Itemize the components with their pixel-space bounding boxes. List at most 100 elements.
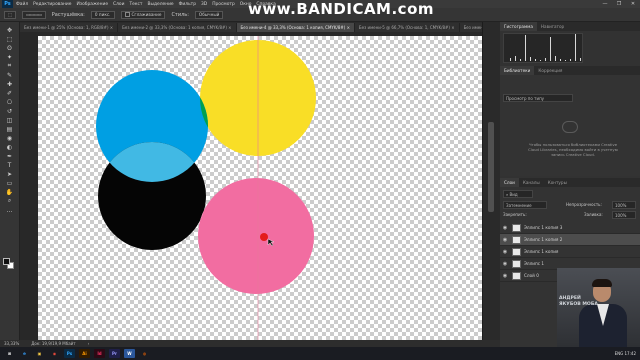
taskbar-app-8[interactable]: W xyxy=(124,349,135,358)
menu-item-6[interactable]: Фильтр xyxy=(179,2,196,7)
document-tab-0[interactable]: Без имени-1 @ 25% (Основа: 1, RGB/8#) × xyxy=(20,23,119,32)
layer-filter-select[interactable]: ⌕ Вид xyxy=(503,190,533,198)
blur-icon[interactable]: ◉ xyxy=(5,134,15,142)
histogram-bar xyxy=(580,58,581,61)
layer-row[interactable]: ◉ Эллипс 1 копия 3 xyxy=(500,222,640,234)
stamp-icon[interactable]: ⎔ xyxy=(5,98,15,106)
menu-item-4[interactable]: Текст xyxy=(129,2,142,7)
histogram-bar xyxy=(545,58,546,61)
brush-icon[interactable]: ✐ xyxy=(5,89,15,97)
crop-icon[interactable]: ⌗ xyxy=(5,62,15,70)
canvas-workspace[interactable] xyxy=(20,32,482,340)
document-canvas[interactable] xyxy=(38,36,482,340)
tab-libraries[interactable]: Библиотеки xyxy=(500,66,535,75)
hand-icon[interactable]: ✋ xyxy=(5,188,15,196)
menu-item-7[interactable]: 3D xyxy=(201,2,207,7)
visibility-eye-icon[interactable]: ◉ xyxy=(500,225,510,231)
pen-icon[interactable]: ✒ xyxy=(5,152,15,160)
document-tab-3[interactable]: Без имени-5 @ 66,7% (Основа: 1, CMYK/8#)… xyxy=(354,23,460,32)
lasso-icon[interactable]: ʘ xyxy=(5,44,15,52)
taskbar-app-1[interactable]: e xyxy=(19,349,30,358)
fill-label: Заливка: xyxy=(584,212,603,217)
libraries-panel: Библиотеки Коррекция Просмотр по типу Чт… xyxy=(500,66,640,176)
style-select[interactable]: Обычный xyxy=(194,10,224,19)
fill-input[interactable]: 100% xyxy=(612,211,636,219)
menu-item-8[interactable]: Просмотр xyxy=(212,2,235,7)
dodge-icon[interactable]: ◐ xyxy=(5,143,15,151)
layer-name: Эллипс 1 копия xyxy=(524,249,559,254)
menu-item-3[interactable]: Слои xyxy=(113,2,124,7)
zoom-level[interactable]: 33,33% xyxy=(4,341,19,346)
histogram-bar xyxy=(555,56,556,61)
libraries-signin-message: Чтобы пользоваться библиотеками Creative… xyxy=(528,142,618,157)
menu-item-0[interactable]: Файл xyxy=(16,2,28,7)
taskbar-app-3[interactable]: ◉ xyxy=(49,349,60,358)
status-menu-arrow[interactable]: › xyxy=(88,341,90,346)
histogram-bar xyxy=(515,56,516,61)
taskbar-app-6[interactable]: Id xyxy=(94,349,105,358)
tab-channels[interactable]: Каналы xyxy=(519,178,544,187)
gradient-icon[interactable]: ▤ xyxy=(5,125,15,133)
tab-navigator[interactable]: Навигатор xyxy=(537,22,568,31)
document-tab-2[interactable]: Без имени-4 @ 33,3% (Основа: 1 копия, CM… xyxy=(236,23,355,32)
selection-mode-buttons[interactable]: ▭▭▭▭ xyxy=(21,10,46,19)
menu-item-2[interactable]: Изображение xyxy=(76,2,108,7)
histogram-bar xyxy=(520,59,521,61)
eraser-icon[interactable]: ◫ xyxy=(5,116,15,124)
vertical-scrollbar[interactable] xyxy=(482,22,500,340)
taskbar-app-0[interactable]: ⊞ xyxy=(4,349,15,358)
healing-icon[interactable]: ✚ xyxy=(5,80,15,88)
visibility-eye-icon[interactable]: ◉ xyxy=(500,261,510,267)
photoshop-logo-icon[interactable]: Ps xyxy=(2,0,13,8)
layers-tabs: Слои Каналы Контуры xyxy=(500,178,640,187)
layer-row[interactable]: ◉ Эллипс 1 копия xyxy=(500,246,640,258)
system-tray: ENG 17:42 xyxy=(615,348,636,359)
restore-icon[interactable]: ❐ xyxy=(612,0,626,8)
visibility-eye-icon[interactable]: ◉ xyxy=(500,237,510,243)
blend-mode-select[interactable]: Затемнение xyxy=(503,201,547,209)
feather-input[interactable]: 0 пикс. xyxy=(90,10,115,19)
opacity-input[interactable]: 100% xyxy=(612,201,636,209)
tray-clock[interactable]: ENG 17:42 xyxy=(615,351,636,356)
close-icon[interactable]: ✕ xyxy=(626,0,640,8)
taskbar-app-9[interactable]: ◍ xyxy=(139,349,150,358)
type-icon[interactable]: T xyxy=(5,161,15,169)
window-controls: — ❐ ✕ xyxy=(598,0,640,8)
histogram-bar xyxy=(535,59,536,61)
eyedropper-icon[interactable]: ✎ xyxy=(5,71,15,79)
tab-layers[interactable]: Слои xyxy=(500,178,519,187)
tool-preset-picker[interactable]: ⬚ xyxy=(4,10,16,19)
marquee-icon: ⬚ xyxy=(8,12,12,17)
tab-histogram[interactable]: Гистограмма xyxy=(500,22,537,31)
taskbar-app-7[interactable]: Pr xyxy=(109,349,120,358)
visibility-eye-icon[interactable]: ◉ xyxy=(500,273,510,279)
marquee-icon[interactable]: ⬚ xyxy=(5,35,15,43)
shape-icon[interactable]: ▭ xyxy=(5,179,15,187)
magic-wand-icon[interactable]: ✦ xyxy=(5,53,15,61)
tools-panel: ✥ ⬚ ʘ ✦ ⌗ ✎ ✚ ✐ ⎔ ↺ ◫ ▤ ◉ ◐ ✒ T ➤ ▭ ✋ ⌕… xyxy=(0,22,20,340)
document-tab-1[interactable]: Без имени-2 @ 33,3% (Основа: 1 копия, CM… xyxy=(118,23,237,32)
menu-item-5[interactable]: Выделение xyxy=(147,2,173,7)
menu-item-1[interactable]: Редактирование xyxy=(33,2,71,7)
foreground-color-swatch[interactable] xyxy=(3,258,10,265)
more-icon[interactable]: … xyxy=(5,206,15,214)
layer-row[interactable]: ◉ Эллипс 1 копия 2 xyxy=(500,234,640,246)
path-select-icon[interactable]: ➤ xyxy=(5,170,15,178)
histogram-bar xyxy=(560,59,561,61)
taskbar-app-2[interactable]: ▣ xyxy=(34,349,45,358)
taskbar-app-4[interactable]: Ps xyxy=(64,349,75,358)
minimize-icon[interactable]: — xyxy=(598,0,612,8)
libraries-search-input[interactable]: Просмотр по типу xyxy=(503,94,573,102)
bandicam-watermark: www.BANDICAM.com xyxy=(248,0,435,18)
layer-thumbnail xyxy=(512,223,521,232)
taskbar-app-5[interactable]: Ai xyxy=(79,349,90,358)
smooth-checkbox[interactable]: Сглаживание xyxy=(120,10,166,19)
history-brush-icon[interactable]: ↺ xyxy=(5,107,15,115)
scrollbar-thumb[interactable] xyxy=(488,122,494,212)
tab-adjustments[interactable]: Коррекция xyxy=(534,66,566,75)
move-icon[interactable]: ✥ xyxy=(5,26,15,34)
tab-paths[interactable]: Контуры xyxy=(544,178,571,187)
visibility-eye-icon[interactable]: ◉ xyxy=(500,249,510,255)
zoom-icon[interactable]: ⌕ xyxy=(5,197,15,205)
histogram-bar xyxy=(510,58,511,61)
